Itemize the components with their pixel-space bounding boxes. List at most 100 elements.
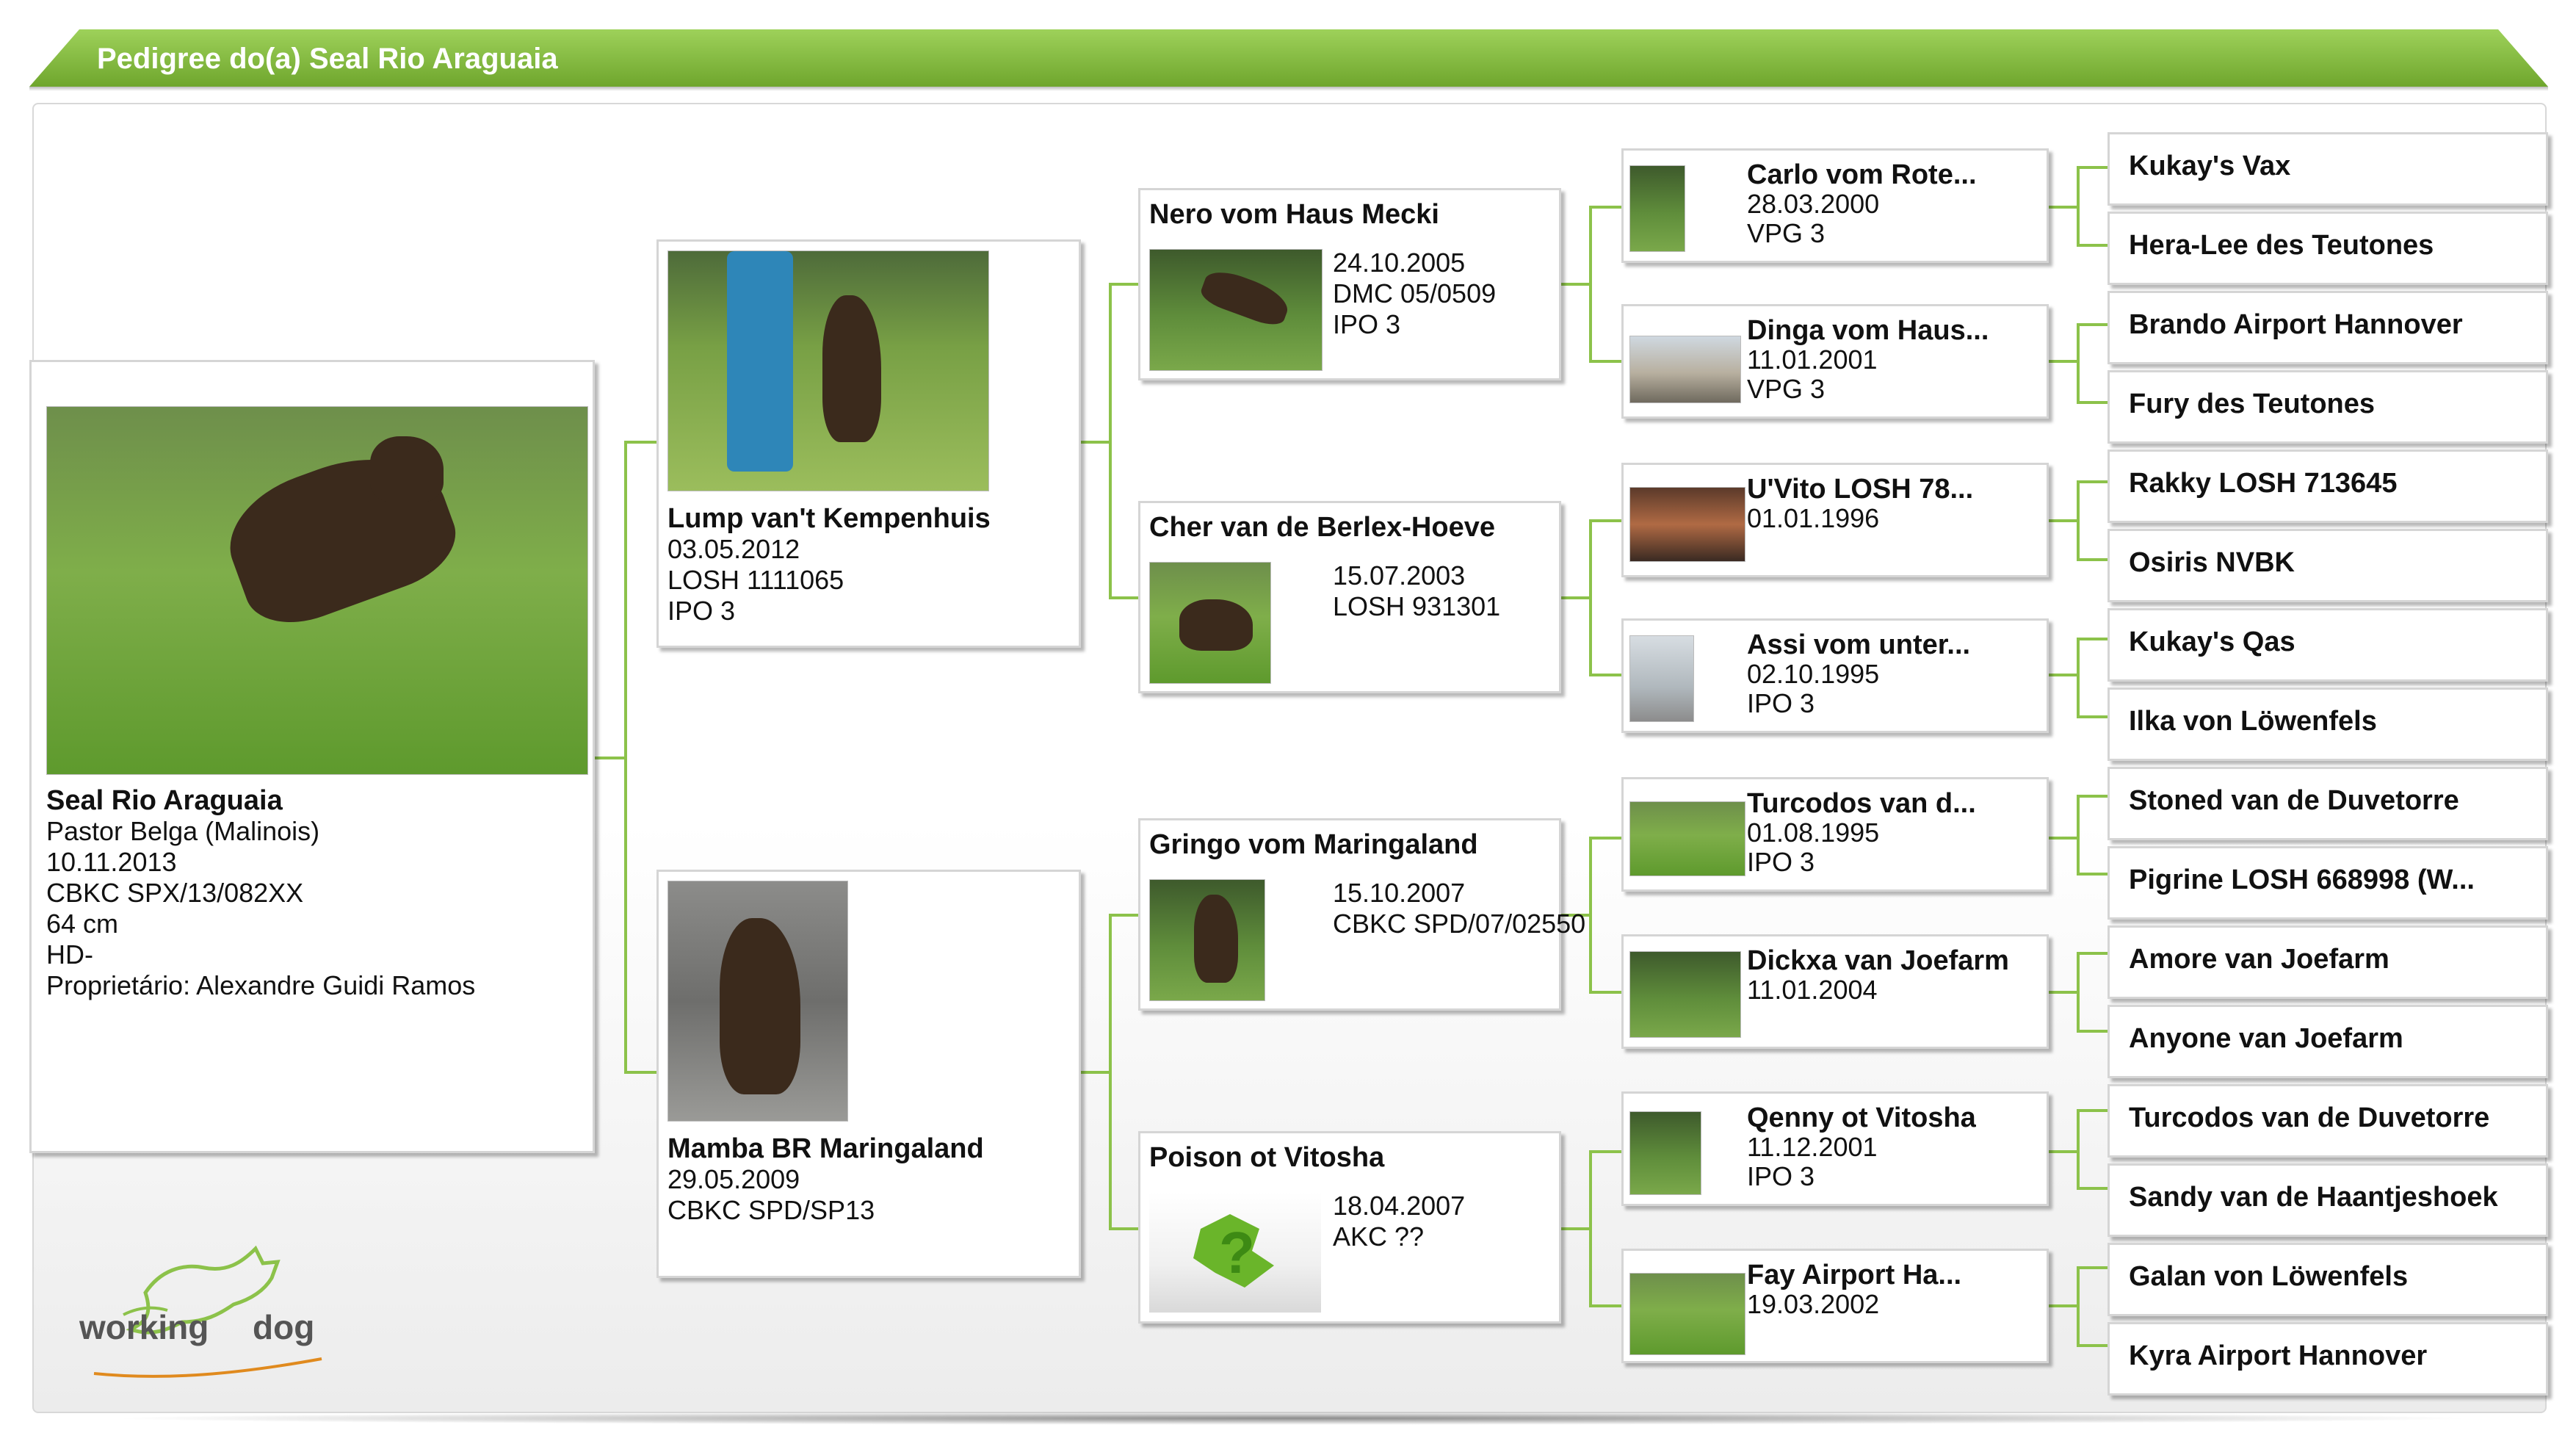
grandparent-card[interactable]: Gringo vom Maringaland 15.10.2007 CBKC S… (1138, 818, 1585, 1011)
great-grandparent-birth: 11.12.2001 (1747, 1132, 1878, 1162)
g4-card[interactable]: Galan von Löwenfels (2108, 1243, 2548, 1316)
great-grandparent-birth: 01.08.1995 (1747, 817, 1880, 848)
g4-card[interactable]: Kyra Airport Hannover (2108, 1322, 2548, 1396)
g4-card[interactable]: Sandy van de Haantjeshoek (2108, 1163, 2548, 1237)
no-photo-placeholder: ? (1149, 1192, 1321, 1313)
page-title: Pedigree do(a) Seal Rio Araguaia (97, 43, 558, 75)
great-grandparent-birth: 02.10.1995 (1747, 659, 1880, 689)
great-grandparent-card[interactable]: Dinga vom Haus... 11.01.2001 VPG 3 (1621, 304, 2049, 419)
g4-card[interactable]: Fury des Teutones (2108, 370, 2548, 444)
subject-birth: 10.11.2013 (46, 847, 177, 877)
great-grandparent-photo (1629, 336, 1741, 403)
g4-card[interactable]: Ilka von Löwenfels (2108, 687, 2548, 761)
great-grandparent-name: Fay Airport Ha... (1747, 1260, 1962, 1290)
g4-name: Kukay's Vax (2129, 151, 2291, 181)
grandparent-card[interactable]: Nero vom Haus Mecki 24.10.2005 DMC 05/05… (1138, 188, 1561, 380)
parent-name: Mamba BR Maringaland (667, 1133, 984, 1164)
great-grandparent-title: IPO 3 (1747, 847, 1815, 877)
parent-registry: CBKC SPD/SP13 (667, 1195, 875, 1225)
subject-breed: Pastor Belga (Malinois) (46, 816, 320, 846)
logo-text-dog: dog (253, 1308, 315, 1346)
great-grandparent-card[interactable]: Assi vom unter... 02.10.1995 IPO 3 (1621, 618, 2049, 733)
g4-card[interactable]: Kukay's Qas (2108, 608, 2548, 682)
g4-name: Kyra Airport Hannover (2129, 1340, 2428, 1371)
grandparent-birth: 15.10.2007 (1333, 878, 1466, 908)
parent-card-dam[interactable]: Mamba BR Maringaland 29.05.2009 CBKC SPD… (656, 870, 1081, 1278)
great-grandparent-photo (1629, 1111, 1701, 1195)
great-grandparent-card[interactable]: Carlo vom Rote... 28.03.2000 VPG 3 (1621, 148, 2049, 263)
grandparent-name: Poison ot Vitosha (1149, 1142, 1385, 1173)
grandparent-card[interactable]: Poison ot Vitosha ? 18.04.2007 AKC ?? (1138, 1131, 1561, 1324)
g4-card[interactable]: Osiris NVBK (2108, 529, 2548, 602)
g4-card[interactable]: Turcodos van de Duvetorre (2108, 1084, 2548, 1158)
subject-owner: Proprietário: Alexandre Guidi Ramos (46, 970, 476, 1000)
g4-card[interactable]: Brando Airport Hannover (2108, 291, 2548, 364)
grandparent-name: Cher van de Berlex-Hoeve (1149, 512, 1495, 543)
grandparent-name: Gringo vom Maringaland (1149, 829, 1478, 860)
subject-registry: CBKC SPX/13/082XX (46, 878, 304, 908)
grandparent-registry: CBKC SPD/07/02550 (1333, 909, 1586, 939)
great-grandparent-birth: 01.01.1996 (1747, 503, 1880, 533)
g4-name: Galan von Löwenfels (2129, 1261, 2409, 1292)
subject-card[interactable]: Seal Rio Araguaia Pastor Belga (Malinois… (29, 360, 595, 1153)
banner-shadow (29, 87, 2548, 91)
subject-name: Seal Rio Araguaia (46, 785, 283, 816)
grandparent-birth: 24.10.2005 (1333, 248, 1466, 278)
grandparent-name: Nero vom Haus Mecki (1149, 199, 1439, 230)
panel-shadow (103, 1412, 2482, 1425)
g4-card[interactable]: Stoned van de Duvetorre (2108, 767, 2548, 840)
g4-name: Brando Airport Hannover (2129, 309, 2463, 340)
svg-text:?: ? (1219, 1220, 1255, 1285)
parent-photo (667, 881, 848, 1122)
g4-card[interactable]: Anyone van Joefarm (2108, 1005, 2548, 1078)
great-grandparent-birth: 11.01.2004 (1747, 975, 1878, 1005)
g4-card[interactable]: Hera-Lee des Teutones (2108, 212, 2548, 285)
great-grandparent-card[interactable]: U'Vito LOSH 78... 01.01.1996 (1621, 463, 2049, 577)
parent-registry: LOSH 1111065 (667, 565, 844, 595)
grandparent-registry: LOSH 931301 (1333, 591, 1501, 621)
great-grandparent-photo (1629, 951, 1741, 1038)
great-grandparent-title: VPG 3 (1747, 374, 1826, 404)
great-grandparent-title: IPO 3 (1747, 1161, 1815, 1191)
great-grandparent-title: VPG 3 (1747, 218, 1826, 248)
great-grandparent-name: Dickxa van Joefarm (1747, 945, 2009, 976)
great-grandparent-photo (1629, 1273, 1745, 1355)
g4-name: Turcodos van de Duvetorre (2129, 1102, 2490, 1133)
subject-height: 64 cm (46, 909, 119, 939)
great-grandparent-card[interactable]: Fay Airport Ha... 19.03.2002 (1621, 1249, 2049, 1363)
grandparent-birth: 15.07.2003 (1333, 560, 1466, 591)
parent-name: Lump van't Kempenhuis (667, 503, 991, 534)
parent-card-sire[interactable]: Lump van't Kempenhuis 03.05.2012 LOSH 11… (656, 239, 1081, 648)
great-grandparent-birth: 11.01.2001 (1747, 344, 1878, 375)
g4-name: Amore van Joefarm (2129, 944, 2389, 975)
great-grandparent-card[interactable]: Turcodos van d... 01.08.1995 IPO 3 (1621, 777, 2049, 892)
g4-name: Rakky LOSH 713645 (2129, 468, 2398, 499)
question-mark-icon: ? (1193, 1214, 1274, 1288)
g4-name: Anyone van Joefarm (2129, 1023, 2403, 1054)
great-grandparent-name: U'Vito LOSH 78... (1747, 474, 1974, 505)
great-grandparent-card[interactable]: Qenny ot Vitosha 11.12.2001 IPO 3 (1621, 1091, 2049, 1206)
grandparent-registry: DMC 05/0509 (1333, 278, 1497, 308)
great-grandparent-card[interactable]: Dickxa van Joefarm 11.01.2004 (1621, 934, 2049, 1049)
grandparent-photo (1149, 249, 1323, 371)
great-grandparent-name: Dinga vom Haus... (1747, 315, 1989, 346)
working-dog-logo: working dog (79, 1219, 329, 1388)
grandparent-birth: 18.04.2007 (1333, 1191, 1466, 1221)
dog-logo-icon (93, 1245, 322, 1378)
subject-photo (46, 406, 588, 775)
great-grandparent-birth: 28.03.2000 (1747, 189, 1880, 219)
grandparent-card[interactable]: Cher van de Berlex-Hoeve 15.07.2003 LOSH… (1138, 501, 1561, 693)
g4-card[interactable]: Kukay's Vax (2108, 132, 2548, 206)
great-grandparent-photo (1629, 487, 1745, 562)
great-grandparent-photo (1629, 165, 1685, 252)
great-grandparent-photo (1629, 635, 1694, 722)
g4-card[interactable]: Rakky LOSH 713645 (2108, 450, 2548, 523)
g4-card[interactable]: Amore van Joefarm (2108, 925, 2548, 999)
great-grandparent-name: Assi vom unter... (1747, 629, 1971, 660)
great-grandparent-name: Qenny ot Vitosha (1747, 1102, 1976, 1133)
g4-name: Kukay's Qas (2129, 627, 2295, 657)
g4-card[interactable]: Pigrine LOSH 668998 (W... (2108, 846, 2548, 920)
great-grandparent-title: IPO 3 (1747, 688, 1815, 718)
parent-birth: 03.05.2012 (667, 534, 800, 564)
parent-title: IPO 3 (667, 596, 736, 626)
